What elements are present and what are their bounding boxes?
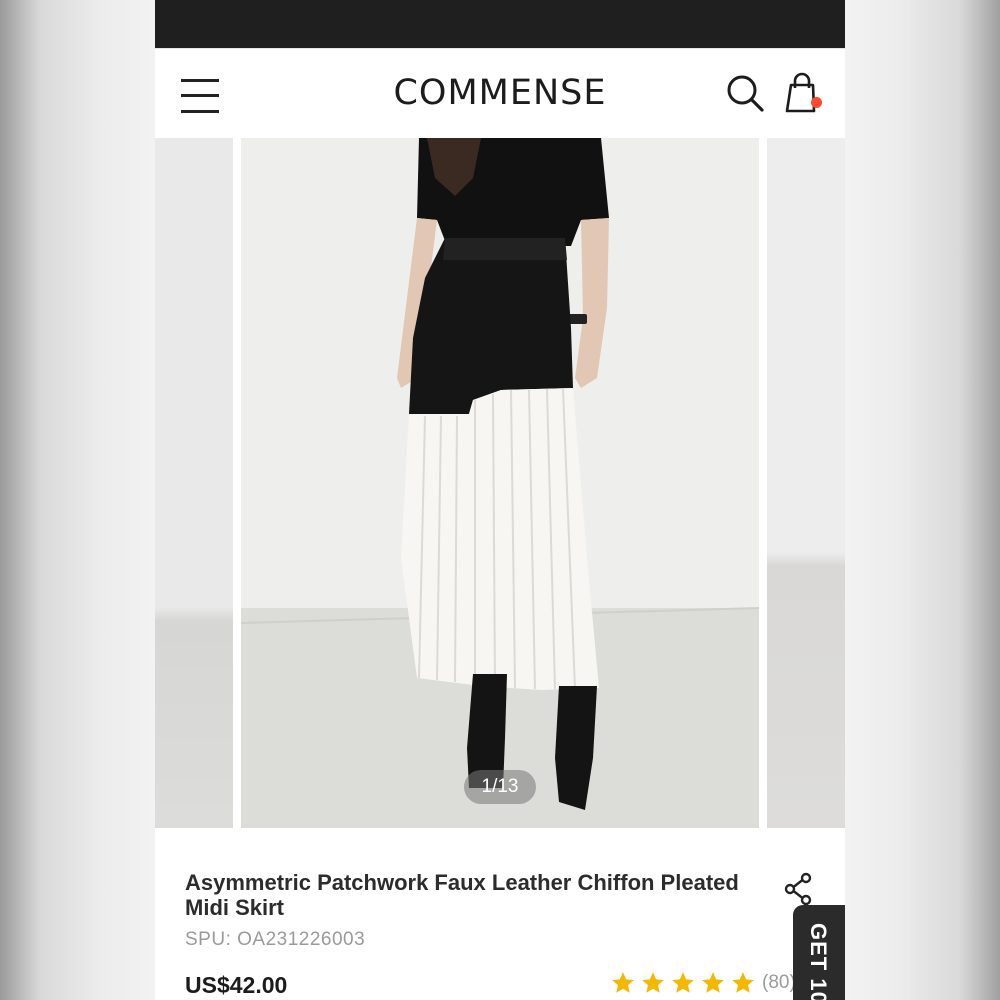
- previous-slide-preview[interactable]: [155, 138, 233, 828]
- brand-logo[interactable]: COMMENSE: [335, 73, 665, 113]
- product-price: US$42.00: [185, 972, 288, 998]
- star-icon: [612, 972, 634, 993]
- product-spu: SPU: OA231226003: [185, 929, 366, 950]
- mobile-screen: COMMENSE 1/13 Asymmetric Patchwork Faux …: [155, 0, 845, 1000]
- cart-badge: [811, 97, 822, 108]
- review-count[interactable]: (80): [762, 972, 796, 994]
- star-icon: [672, 972, 694, 993]
- product-image-gallery[interactable]: 1/13: [155, 138, 845, 828]
- product-rating[interactable]: (80): [610, 970, 796, 996]
- image-counter: 1/13: [464, 770, 536, 804]
- star-icon: [702, 972, 724, 993]
- share-icon[interactable]: [783, 872, 813, 906]
- product-title: Asymmetric Patchwork Faux Leather Chiffo…: [185, 870, 739, 920]
- status-bar: [155, 0, 845, 48]
- hamburger-menu-icon[interactable]: [181, 79, 219, 113]
- search-icon[interactable]: [725, 73, 765, 113]
- next-slide-preview[interactable]: [767, 138, 845, 828]
- product-photo[interactable]: [241, 138, 759, 828]
- shopping-bag-icon[interactable]: [783, 71, 825, 115]
- star-icon: [642, 972, 664, 993]
- product-info: Asymmetric Patchwork Faux Leather Chiffo…: [155, 828, 845, 1000]
- promo-tab-label: GET 10: [806, 923, 831, 1000]
- site-header: COMMENSE: [155, 48, 845, 138]
- star-icon: [732, 972, 754, 993]
- rating-stars: [610, 970, 760, 996]
- promo-side-tab[interactable]: GET 10: [793, 905, 845, 1000]
